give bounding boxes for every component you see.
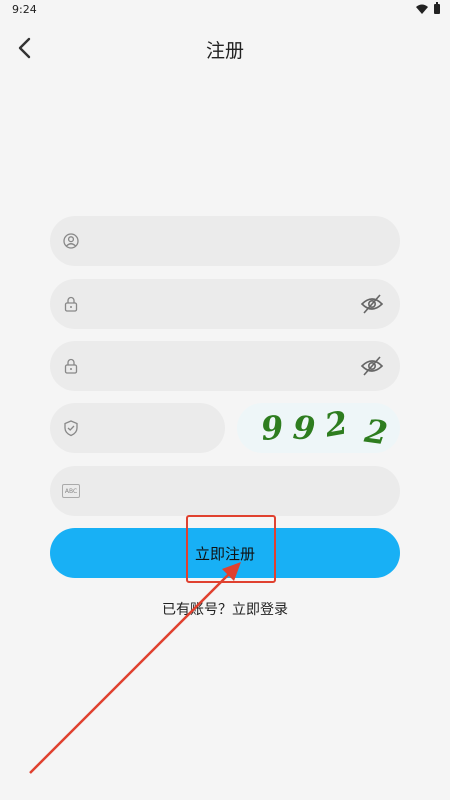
- abc-icon: ABC: [62, 484, 80, 498]
- captcha-digit: 9: [291, 408, 317, 448]
- page-title: 注册: [205, 40, 244, 62]
- user-icon: [63, 233, 79, 249]
- status-bar: 9:24: [0, 0, 450, 20]
- invite-code-field[interactable]: ABC: [50, 466, 400, 518]
- register-button[interactable]: 立即注册: [50, 528, 400, 578]
- lock-icon: [64, 296, 78, 312]
- shield-check-icon: [64, 420, 78, 437]
- wifi-icon: [416, 4, 428, 14]
- battery-icon: [434, 2, 440, 14]
- login-link[interactable]: 已有账号？立即登录: [0, 599, 450, 619]
- status-time: 9:24: [12, 3, 37, 16]
- annotation-arrow: [29, 562, 241, 774]
- captcha-field[interactable]: [50, 403, 225, 455]
- invite-code-input[interactable]: [94, 466, 358, 518]
- eye-off-icon[interactable]: [360, 293, 384, 315]
- eye-off-icon[interactable]: [360, 355, 384, 377]
- status-icons: [416, 2, 440, 14]
- captcha-input[interactable]: [94, 403, 218, 455]
- password-input[interactable]: [94, 279, 358, 331]
- password-field[interactable]: [50, 279, 400, 331]
- captcha-digit: 2: [321, 403, 351, 445]
- confirm-password-field[interactable]: [50, 341, 400, 393]
- captcha-image[interactable]: 9 9 2 2: [237, 403, 400, 453]
- username-field[interactable]: [50, 216, 400, 268]
- captcha-digit: 9: [259, 407, 286, 449]
- lock-icon: [64, 358, 78, 374]
- confirm-password-input[interactable]: [94, 341, 358, 393]
- app-bar: 注册: [0, 28, 450, 68]
- captcha-digit: 2: [362, 411, 390, 453]
- username-input[interactable]: [94, 216, 358, 268]
